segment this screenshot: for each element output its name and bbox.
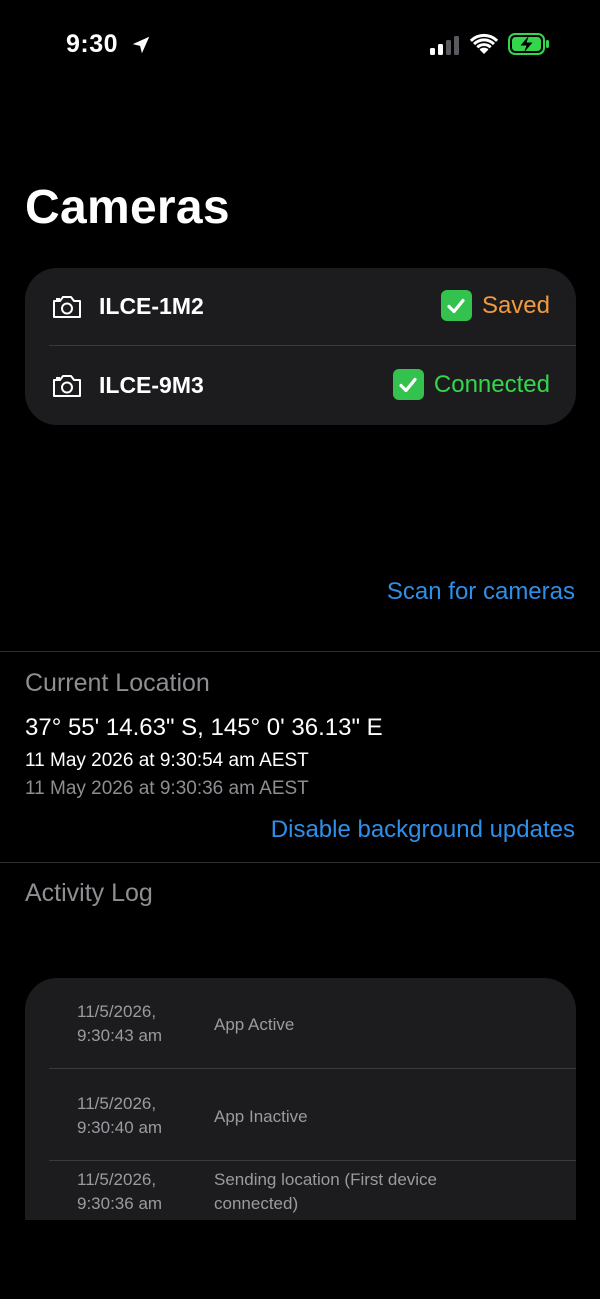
divider (49, 345, 576, 346)
location-timestamp: 11 May 2026 at 9:30:54 am AEST (25, 750, 309, 771)
log-message: App Inactive (214, 1107, 308, 1126)
divider (49, 1068, 576, 1069)
activity-log-list[interactable]: 11/5/2026, 9:30:43 am App Active 11/5/20… (25, 978, 576, 1220)
camera-list: ILCE-1M2 Saved ILCE-9M3 Connected (25, 268, 576, 425)
section-title-activity: Activity Log (25, 879, 153, 907)
camera-status: Saved (440, 290, 550, 321)
log-date: 11/5/2026, 9:30:43 am (77, 1002, 163, 1045)
log-message: Sending location (First device connected… (214, 1170, 438, 1213)
location-coordinates: 37° 55' 14.63" S, 145° 0' 36.13" E (25, 714, 383, 741)
camera-name: ILCE-9M3 (99, 372, 204, 398)
divider (49, 1160, 576, 1161)
scan-for-cameras-button[interactable]: Scan for cameras (387, 578, 575, 606)
camera-icon (53, 296, 81, 318)
status-text: Saved (481, 291, 550, 319)
disable-background-updates-button[interactable]: Disable background updates (271, 816, 575, 844)
section-divider (0, 651, 600, 652)
camera-icon (53, 375, 81, 397)
check-icon (392, 369, 424, 400)
location-timestamp-previous: 11 May 2026 at 9:30:36 am AEST (25, 778, 309, 799)
log-message: App Active (214, 1015, 295, 1034)
wifi-icon (470, 33, 498, 54)
signal-icon (430, 36, 459, 55)
list-item: 11/5/2026, 9:30:43 am App Active (25, 978, 576, 1070)
camera-name: ILCE-1M2 (99, 293, 204, 319)
log-date: 11/5/2026, 9:30:40 am (77, 1094, 163, 1137)
camera-status: Connected (392, 369, 550, 400)
camera-row[interactable]: ILCE-1M2 Saved (25, 268, 576, 346)
section-title-location: Current Location (25, 669, 210, 697)
check-icon (440, 290, 472, 321)
status-text: Connected (433, 370, 550, 398)
cameras-screen: 9:30 Cameras ILCE-1M2 Saved ILCE-9M3 Con… (0, 0, 600, 1299)
status-time: 9:30 (66, 30, 119, 58)
log-date: 11/5/2026, 9:30:36 am (77, 1170, 163, 1213)
section-divider (0, 862, 600, 863)
status-bar: 9:30 (0, 0, 600, 90)
list-item: 11/5/2026, 9:30:40 am App Inactive (25, 1070, 576, 1162)
camera-row[interactable]: ILCE-9M3 Connected (25, 347, 576, 425)
list-item: 11/5/2026, 9:30:36 am Sending location (… (25, 1162, 576, 1220)
location-arrow-icon (132, 36, 150, 54)
page-title: Cameras (25, 181, 230, 234)
battery-charging-icon (508, 33, 549, 55)
